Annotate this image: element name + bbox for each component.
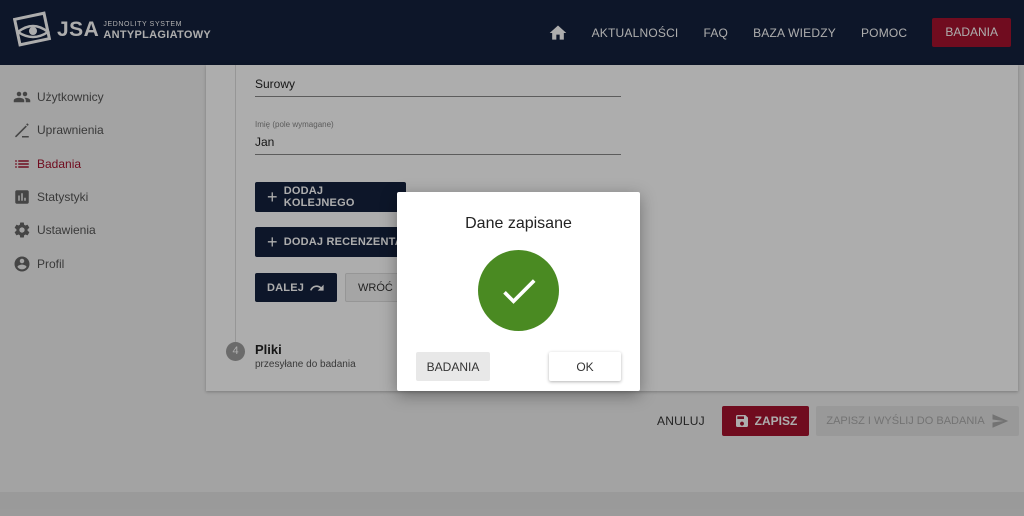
- saved-dialog: Dane zapisane BADANIA OK: [397, 192, 640, 391]
- checkmark-icon: [502, 278, 535, 304]
- success-check-icon: [478, 250, 559, 331]
- dialog-title: Dane zapisane: [465, 215, 572, 232]
- dialog-ok-button[interactable]: OK: [549, 352, 621, 381]
- dialog-badania-button[interactable]: BADANIA: [416, 352, 490, 381]
